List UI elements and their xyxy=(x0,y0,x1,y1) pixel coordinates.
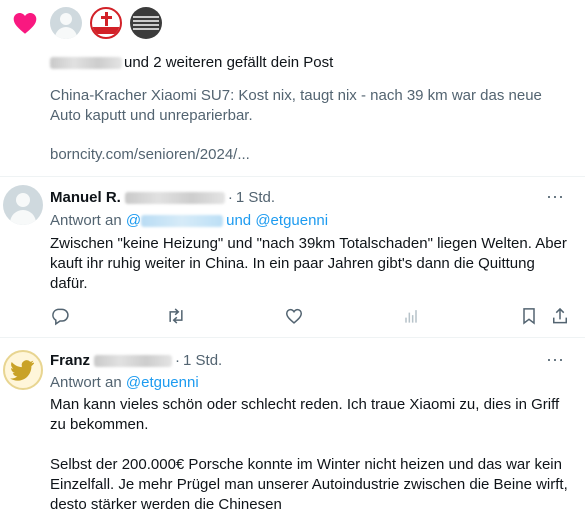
post-link[interactable]: borncity.com/senioren/2024/... xyxy=(50,146,250,163)
liked-by-text: und 2 weiteren gefällt dein Post xyxy=(50,54,333,71)
heart-icon xyxy=(13,12,37,34)
redacted-handle[interactable] xyxy=(124,191,225,204)
share-icon[interactable] xyxy=(550,306,570,326)
redacted-handle[interactable] xyxy=(94,354,173,367)
like-notification[interactable]: und 2 weiteren gefällt dein Post China-K… xyxy=(0,0,585,177)
reply-to-line: Antwort an @etguenni xyxy=(50,374,199,391)
views-icon[interactable] xyxy=(401,306,421,326)
mention-link[interactable]: @etguenni xyxy=(126,374,199,391)
bookmark-icon[interactable] xyxy=(519,306,539,326)
liker-avatars xyxy=(50,7,162,39)
tweet-text: Man kann vieles schön oder schlecht rede… xyxy=(50,396,568,513)
avatar[interactable] xyxy=(3,350,43,390)
more-icon[interactable]: ··· xyxy=(545,350,565,374)
action-bar xyxy=(50,306,570,326)
reply-tweet[interactable]: Franz · 1 Std. ··· Antwort an @etguenni … xyxy=(0,338,585,525)
reply-to-line: Antwort an @ und @etguenni xyxy=(50,212,329,229)
timestamp[interactable]: 1 Std. xyxy=(236,189,275,206)
redacted-username xyxy=(50,56,122,69)
reply-icon[interactable] xyxy=(50,306,70,326)
bird-icon xyxy=(10,360,34,381)
avatar[interactable] xyxy=(3,185,43,225)
avatar[interactable] xyxy=(130,7,162,39)
more-icon[interactable]: ··· xyxy=(545,187,565,211)
tweet-header: Franz · 1 Std. xyxy=(50,352,222,369)
display-name[interactable]: Franz xyxy=(50,352,90,369)
separator-dot: · xyxy=(227,189,233,206)
avatar[interactable] xyxy=(50,7,82,39)
quoted-post-text: China-Kracher Xiaomi SU7: Kost nix, taug… xyxy=(50,87,542,124)
avatar[interactable] xyxy=(90,7,122,39)
like-icon[interactable] xyxy=(284,306,304,326)
separator-dot: · xyxy=(175,352,181,369)
reply-tweet[interactable]: Manuel R. · 1 Std. ··· Antwort an @ und @… xyxy=(0,177,585,338)
tweet-text: Zwischen "keine Heizung" und "nach 39km … xyxy=(50,235,567,292)
mention-link[interactable]: @etguenni xyxy=(255,212,328,229)
display-name[interactable]: Manuel R. xyxy=(50,189,121,206)
redacted-mention[interactable] xyxy=(141,214,224,227)
tweet-header: Manuel R. · 1 Std. xyxy=(50,189,275,206)
retweet-icon[interactable] xyxy=(166,306,186,326)
timestamp[interactable]: 1 Std. xyxy=(183,352,222,369)
